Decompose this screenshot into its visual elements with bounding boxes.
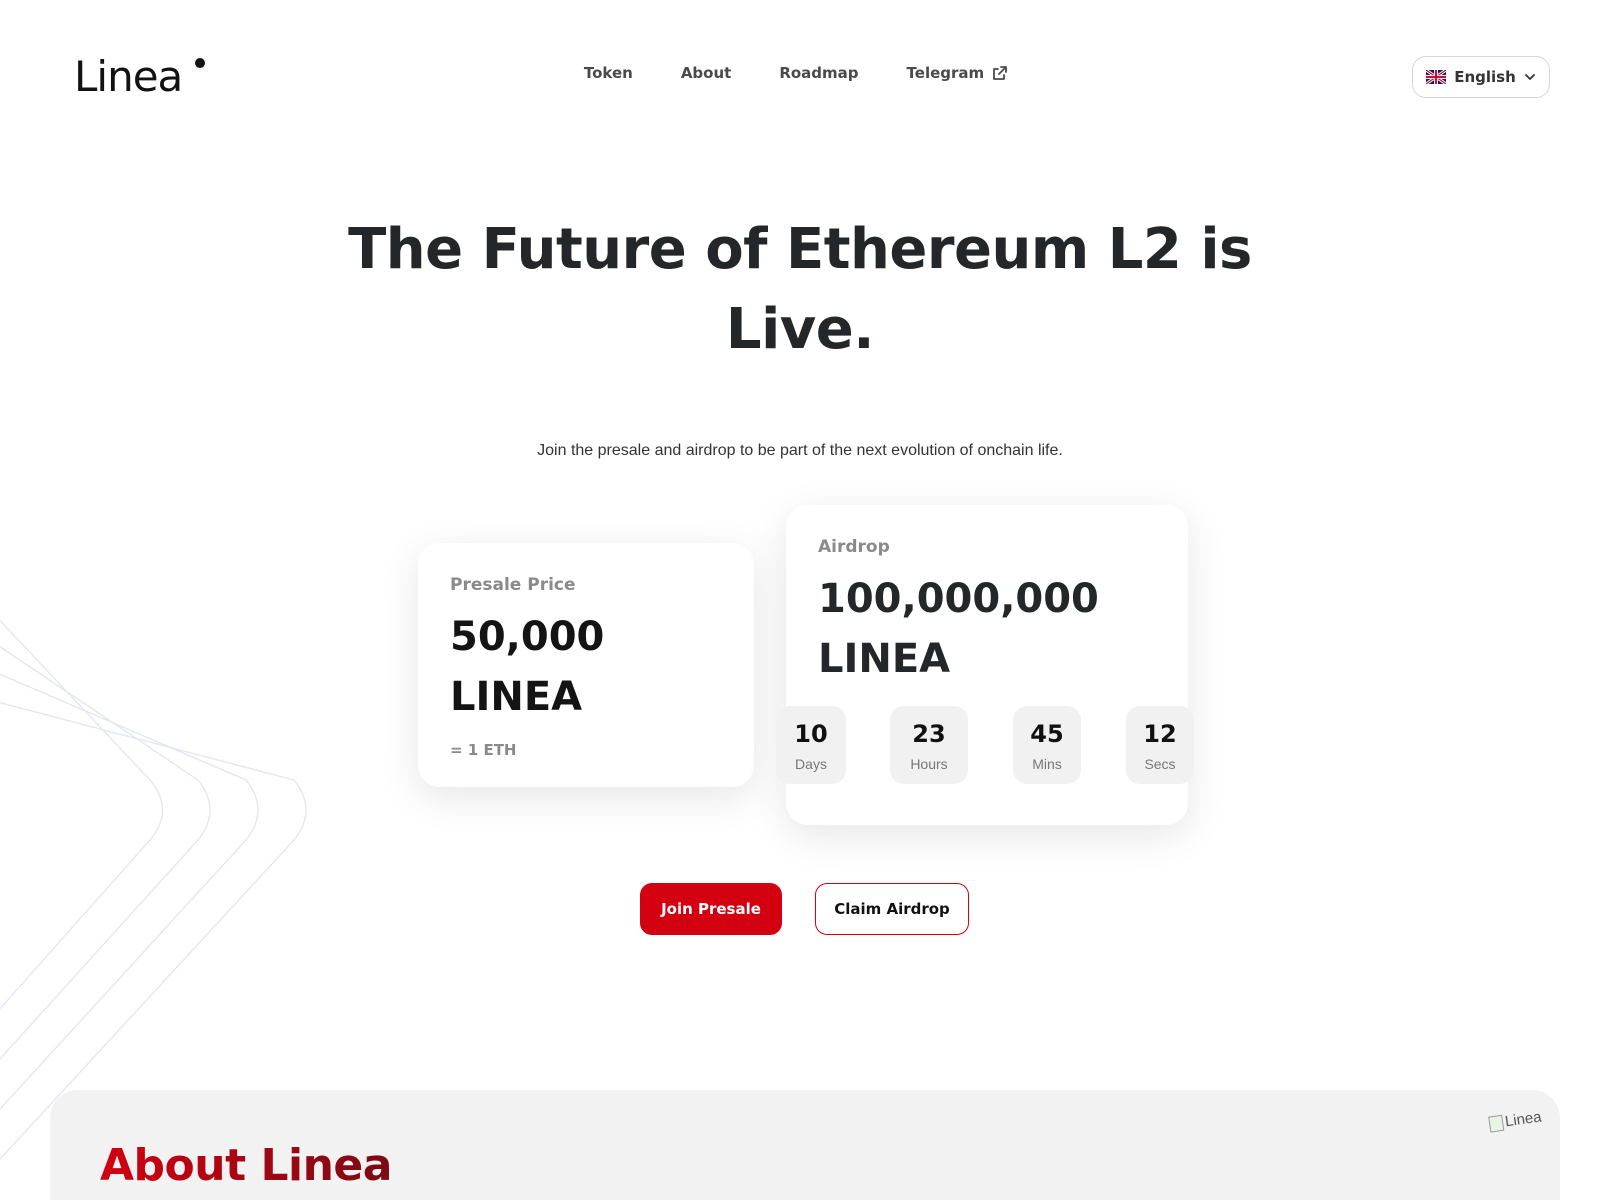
countdown-days: 10 Days <box>776 706 846 784</box>
uk-flag-icon <box>1426 70 1447 84</box>
airdrop-amount-number: 100,000,000 <box>818 576 1099 622</box>
join-presale-button[interactable]: Join Presale <box>640 883 782 935</box>
about-image-alt: Linea <box>1504 1108 1543 1131</box>
nav-token-label: Token <box>583 64 633 82</box>
countdown-mins-unit: Mins <box>1032 756 1062 772</box>
countdown-days-unit: Days <box>795 756 827 772</box>
language-selector[interactable]: English <box>1412 56 1550 98</box>
presale-amount-number: 50,000 <box>450 614 605 660</box>
nav-telegram-link[interactable]: Telegram <box>907 64 1009 82</box>
main-nav: Token About Roadmap Telegram <box>0 64 1600 82</box>
nav-token-link[interactable]: Token <box>584 64 633 82</box>
airdrop-amount: 100,000,000 LINEA <box>818 569 1156 689</box>
about-section: About Linea Linea <box>50 1090 1560 1200</box>
language-label: English <box>1454 68 1516 86</box>
nav-roadmap-label: Roadmap <box>779 64 859 82</box>
countdown-secs-value: 12 <box>1143 720 1177 748</box>
nav-about-link[interactable]: About <box>681 64 732 82</box>
hero-title-line-1: The Future of Ethereum L2 is <box>348 217 1252 282</box>
hero-subtitle: Join the presale and airdrop to be part … <box>537 442 1063 459</box>
countdown-secs-unit: Secs <box>1144 756 1176 772</box>
page: Linea Token About Roadmap Telegram Engli… <box>0 0 1600 1200</box>
nav-telegram-label: Telegram <box>906 64 985 82</box>
hero-title-line-2: Live. <box>725 297 875 362</box>
claim-airdrop-button[interactable]: Claim Airdrop <box>815 883 969 935</box>
countdown-mins-value: 45 <box>1030 720 1064 748</box>
countdown-hours-unit: Hours <box>910 756 948 772</box>
nav-about-label: About <box>680 64 732 82</box>
chevron-down-icon <box>1524 74 1535 80</box>
countdown-secs: 12 Secs <box>1126 706 1194 784</box>
countdown-mins: 45 Mins <box>1013 706 1081 784</box>
countdown: 10 Days 23 Hours 45 Mins 12 Secs <box>0 706 1600 784</box>
external-link-icon <box>993 66 1008 80</box>
hero-title: The Future of Ethereum L2 is Live. <box>0 210 1600 370</box>
nav-roadmap-link[interactable]: Roadmap <box>779 64 858 82</box>
airdrop-amount-unit: LINEA <box>818 636 951 682</box>
about-title: About Linea <box>100 1140 392 1191</box>
broken-image-icon <box>1488 1114 1505 1133</box>
presale-label: Presale Price <box>450 575 576 595</box>
airdrop-label: Airdrop <box>818 537 890 557</box>
countdown-hours-value: 23 <box>912 720 946 748</box>
countdown-days-value: 10 <box>794 720 828 748</box>
countdown-hours: 23 Hours <box>890 706 968 784</box>
about-image: Linea <box>1488 1108 1543 1133</box>
